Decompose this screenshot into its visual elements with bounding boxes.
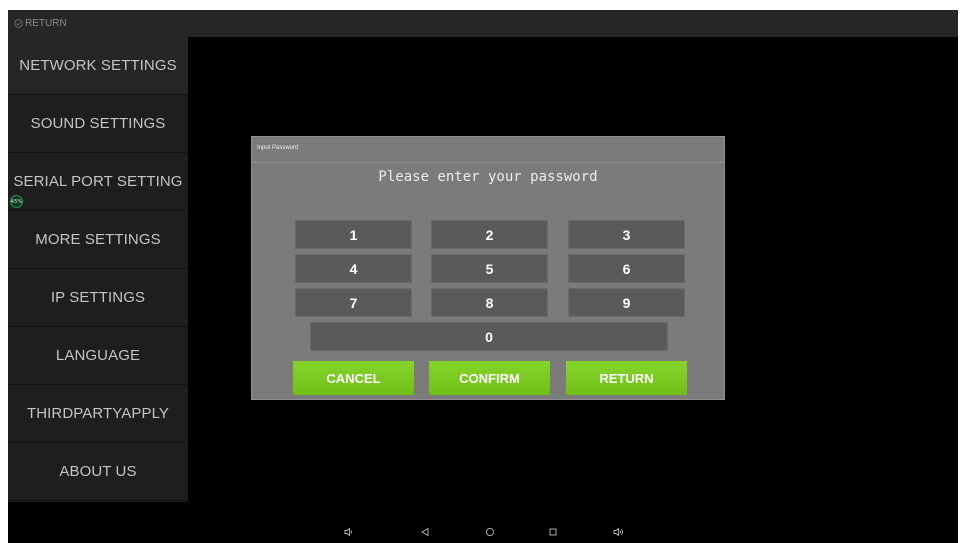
volume-up-icon[interactable] (612, 525, 626, 539)
settings-sidebar: NETWORK SETTINGS SOUND SETTINGS SERIAL P… (8, 37, 188, 502)
keypad-key-5[interactable]: 5 (431, 254, 548, 283)
sidebar-item-label: LANGUAGE (55, 347, 141, 364)
sidebar-item-serial-port-setting[interactable]: SERIAL PORT SETTING 45% (8, 153, 188, 211)
return-link[interactable]: RETURN (14, 18, 67, 29)
keypad-key-4[interactable]: 4 (295, 254, 412, 283)
keypad-key-8[interactable]: 8 (431, 288, 548, 317)
check-circle-icon (14, 19, 23, 28)
sidebar-item-label: ABOUT US (59, 463, 137, 480)
sidebar-item-label: NETWORK SETTINGS (19, 57, 177, 74)
device-screen: RETURN NETWORK SETTINGS SOUND SETTINGS S… (8, 10, 958, 543)
password-prompt: Please enter your password (378, 169, 598, 185)
cancel-button[interactable]: CANCEL (293, 361, 414, 395)
sidebar-item-label: MORE SETTINGS (35, 231, 161, 248)
password-dialog: Input Password Please enter your passwor… (251, 136, 725, 400)
back-icon[interactable] (418, 525, 432, 539)
system-nav-bar (8, 515, 958, 543)
keypad-key-3[interactable]: 3 (568, 220, 685, 249)
keypad-key-9[interactable]: 9 (568, 288, 685, 317)
sidebar-item-network-settings[interactable]: NETWORK SETTINGS (8, 37, 188, 95)
dialog-divider (252, 162, 724, 163)
progress-badge: 45% (10, 195, 23, 208)
sidebar-item-label: THIRDPARTYAPPLY (26, 405, 170, 422)
sidebar-item-label: SOUND SETTINGS (30, 115, 166, 132)
sidebar-item-language[interactable]: LANGUAGE (8, 327, 188, 385)
keypad-key-6[interactable]: 6 (568, 254, 685, 283)
sidebar-item-ip-settings[interactable]: IP SETTINGS (8, 269, 188, 327)
return-link-label: RETURN (25, 18, 67, 29)
sidebar-item-more-settings[interactable]: MORE SETTINGS (8, 211, 188, 269)
recents-icon[interactable] (546, 525, 560, 539)
keypad-key-7[interactable]: 7 (295, 288, 412, 317)
keypad-key-1[interactable]: 1 (295, 220, 412, 249)
return-button[interactable]: RETURN (566, 361, 687, 395)
sidebar-item-label: SERIAL PORT SETTING (13, 173, 183, 190)
top-bar: RETURN (8, 10, 958, 37)
keypad-key-2[interactable]: 2 (431, 220, 548, 249)
keypad-key-0[interactable]: 0 (310, 322, 668, 351)
sidebar-item-sound-settings[interactable]: SOUND SETTINGS (8, 95, 188, 153)
sidebar-item-thirdpartyapply[interactable]: THIRDPARTYAPPLY (8, 385, 188, 443)
home-icon[interactable] (483, 525, 497, 539)
volume-down-icon[interactable] (342, 525, 356, 539)
confirm-button[interactable]: CONFIRM (429, 361, 550, 395)
sidebar-item-about-us[interactable]: ABOUT US (8, 443, 188, 501)
dialog-title: Input Password (257, 145, 299, 151)
sidebar-item-label: IP SETTINGS (50, 289, 146, 306)
